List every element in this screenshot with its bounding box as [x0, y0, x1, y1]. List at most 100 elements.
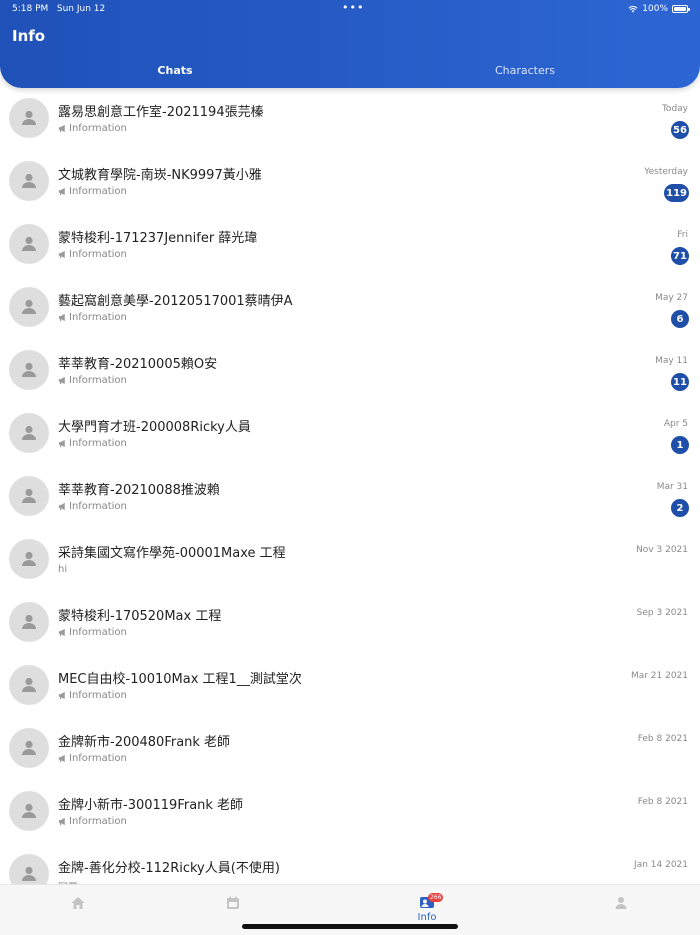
chat-row[interactable]: 莘莘教育-20210005賴O安 Information May 11 11 — [0, 340, 700, 403]
chat-time: Nov 3 2021 — [636, 545, 688, 555]
person-icon — [22, 740, 36, 755]
chat-row[interactable]: 采詩集國文寫作學苑-00001Maxe 工程 hi Nov 3 2021 — [0, 529, 700, 592]
chat-time: Yesterday — [644, 167, 688, 177]
unread-badge: 119 — [664, 184, 689, 202]
megaphone-icon — [58, 691, 65, 700]
unread-badge: 1 — [671, 436, 689, 454]
chat-preview: Information — [58, 312, 127, 323]
unread-badge: 6 — [671, 310, 689, 328]
unread-badge: 2 — [671, 499, 689, 517]
chat-preview-text: hi — [58, 564, 68, 575]
chat-preview: Information — [58, 123, 127, 134]
chat-preview-text: Information — [69, 627, 127, 638]
avatar — [9, 728, 49, 768]
chat-name: 金牌-善化分校-112Ricky人員(不使用) — [58, 861, 280, 876]
chat-time: Jan 14 2021 — [634, 860, 688, 870]
tabbar-home[interactable] — [58, 895, 98, 911]
calendar-icon — [227, 896, 239, 909]
person-icon — [22, 236, 36, 251]
chat-preview-text: Information — [69, 186, 127, 197]
avatar — [9, 791, 49, 831]
chat-name: 藝起窩創意美學-20120517001蔡晴伊A — [58, 294, 293, 309]
chat-row[interactable]: 金牌小新市-300119Frank 老師 Information Feb 8 202… — [0, 781, 700, 844]
avatar — [9, 854, 49, 884]
person-icon — [22, 488, 36, 503]
chat-preview-text: Information — [69, 816, 127, 827]
person-icon — [22, 173, 36, 188]
chat-row[interactable]: 蒙特梭利-171237Jennifer 薛光瑋 Information Fri 71 — [0, 214, 700, 277]
chat-time: Apr 5 — [663, 419, 688, 429]
app-header: 5:18 PM Sun Jun 12 ••• 100% Info Chats C… — [0, 0, 700, 88]
megaphone-icon — [58, 313, 65, 322]
person-icon — [615, 897, 627, 909]
chat-row[interactable]: 金牌-善化分校-112Ricky人員(不使用)回覆Jan 14 2021 — [0, 844, 700, 884]
person-icon — [22, 299, 36, 314]
chat-time: Mar 21 2021 — [630, 671, 688, 681]
chat-name: 莘莘教育-20210088推波賴 — [58, 483, 220, 498]
avatar — [9, 224, 49, 264]
chat-row[interactable]: 大學門育才班-200008Ricky人員 Information Apr 5 1 — [0, 403, 700, 466]
tab-chats[interactable]: Chats — [75, 64, 275, 77]
status-time: 5:18 PM Sun Jun 12 — [12, 4, 106, 14]
avatar — [9, 98, 49, 138]
chat-name: 露易思創意工作室-2021194張芫榛 — [58, 105, 264, 120]
tab-badge: 266 — [428, 893, 444, 902]
tabbar-calendar[interactable] — [213, 895, 253, 911]
chat-name: MEC自由校-10010Max 工程1__測試堂次 — [58, 672, 302, 687]
unread-badge: 56 — [671, 121, 689, 139]
status-indicators: 100% — [628, 4, 690, 14]
avatar — [9, 287, 49, 327]
chat-preview: Information — [58, 816, 127, 827]
chat-time: May 11 — [655, 356, 688, 366]
wifi-icon — [628, 5, 638, 13]
chat-row[interactable]: 金牌新市-200480Frank 老師 Information Feb 8 2021 — [0, 718, 700, 781]
chat-preview: Information — [58, 501, 127, 512]
multitasking-dots[interactable]: ••• — [342, 1, 364, 14]
chat-time: Feb 8 2021 — [637, 797, 688, 807]
avatar — [9, 602, 49, 642]
chat-row[interactable]: 文城教育學院-南崁-NK9997黃小雅 Information Yesterday 1… — [0, 151, 700, 214]
chat-row[interactable]: 露易思創意工作室-2021194張芫榛 Information Today 56 — [0, 88, 700, 151]
unread-badge: 71 — [671, 247, 689, 265]
chat-preview: hi — [58, 564, 67, 575]
avatar — [9, 413, 49, 453]
chat-name: 蒙特梭利-170520Max 工程 — [58, 609, 222, 624]
page-title: Info — [12, 27, 46, 45]
megaphone-icon — [58, 628, 65, 637]
chat-row[interactable]: 藝起窩創意美學-20120517001蔡晴伊A Information May 27… — [0, 277, 700, 340]
chat-name: 蒙特梭利-171237Jennifer 薛光瑋 — [58, 231, 258, 246]
chat-time: Sep 3 2021 — [636, 608, 688, 618]
person-icon — [22, 866, 36, 881]
megaphone-icon — [58, 754, 65, 763]
chat-preview-text: Information — [69, 753, 127, 764]
chat-time: Feb 8 2021 — [637, 734, 688, 744]
person-icon — [22, 362, 36, 377]
chat-preview: Information — [58, 249, 127, 260]
megaphone-icon — [58, 439, 65, 448]
chat-row[interactable]: MEC自由校-10010Max 工程1__測試堂次 Information Mar … — [0, 655, 700, 718]
chat-name: 金牌新市-200480Frank 老師 — [58, 735, 231, 750]
tab-characters[interactable]: Characters — [425, 64, 625, 77]
chat-preview: Information — [58, 753, 127, 764]
battery-percent: 100% — [642, 4, 668, 14]
chat-time: Fri — [677, 230, 688, 240]
person-icon — [22, 677, 36, 692]
megaphone-icon — [58, 817, 65, 826]
tabbar-info[interactable]: 266 Info — [407, 893, 447, 923]
chat-preview-text: Information — [69, 501, 127, 512]
person-icon — [22, 425, 36, 440]
chat-preview: Information — [58, 186, 127, 197]
tabbar-profile[interactable] — [601, 895, 641, 911]
chat-list[interactable]: 露易思創意工作室-2021194張芫榛 Information Today 56 文城教… — [0, 88, 700, 884]
chat-preview-text: Information — [69, 249, 127, 260]
avatar — [9, 161, 49, 201]
chat-preview-text: Information — [69, 312, 127, 323]
chat-row[interactable]: 莘莘教育-20210088推波賴 Information Mar 31 2 — [0, 466, 700, 529]
chat-preview-text: Information — [69, 123, 127, 134]
battery-icon — [672, 5, 690, 13]
chat-row[interactable]: 蒙特梭利-170520Max 工程 Information Sep 3 2021 — [0, 592, 700, 655]
chat-preview-text: Information — [69, 438, 127, 449]
chat-time: May 27 — [655, 293, 688, 303]
megaphone-icon — [58, 250, 65, 259]
chat-time: Mar 31 — [656, 482, 688, 492]
